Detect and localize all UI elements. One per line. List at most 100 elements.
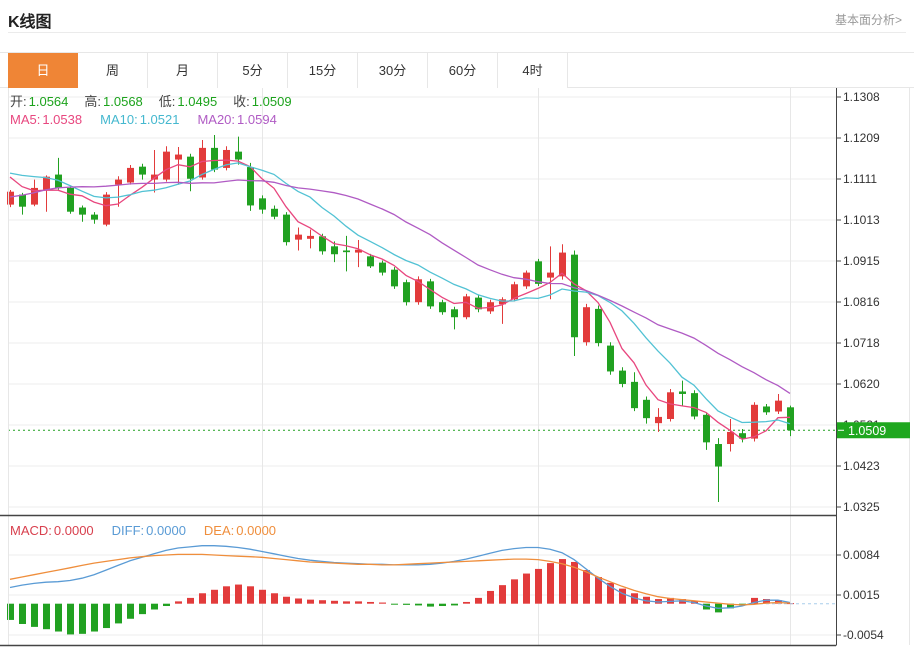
- ma-1-label: MA10:: [100, 112, 138, 127]
- macd-2-value: 0.0000: [236, 523, 277, 538]
- macd-tick-label: 0.0084: [843, 548, 880, 562]
- ma-0-label: MA5:: [10, 112, 41, 127]
- candle-down: [643, 399, 650, 419]
- candle-up: [163, 151, 170, 180]
- candle-down: [379, 262, 386, 273]
- ohlc-1-label: 高:: [84, 94, 102, 109]
- macd-tick-label: -0.0054: [843, 628, 884, 642]
- ma20-line: [9, 179, 791, 394]
- macd-hist-bar: [103, 603, 110, 629]
- macd-1-value: 0.0000: [146, 523, 186, 538]
- candle-down: [235, 151, 242, 160]
- candle-down: [679, 391, 686, 394]
- macd-hist-bar: [331, 600, 338, 604]
- main-tick-label: 1.1308: [843, 90, 880, 104]
- macd-hist-bar: [187, 597, 194, 604]
- macd-hist-bar: [475, 597, 482, 604]
- macd-hist-bar: [619, 588, 626, 604]
- main-tick-label: 1.0423: [843, 459, 880, 473]
- macd-hist-bar: [127, 603, 134, 619]
- candle-down: [391, 269, 398, 287]
- main-tick-label: 1.1013: [843, 213, 880, 227]
- ma-0-value: 1.0538: [42, 112, 83, 127]
- main-tick-label: 1.0915: [843, 254, 880, 268]
- macd-hist-bar: [211, 589, 218, 604]
- candle-down: [331, 246, 338, 255]
- macd-hist-bar: [223, 586, 230, 604]
- macd-legend: MACD: 0.0000 DIFF: 0.0000 DEA: 0.0000: [10, 523, 294, 538]
- macd-hist-bar: [391, 603, 398, 605]
- macd-hist-bar: [463, 601, 470, 604]
- candle-up: [727, 431, 734, 445]
- main-tick-label: 1.0816: [843, 295, 880, 309]
- macd-hist-bar: [523, 573, 530, 604]
- macd-hist-bar: [151, 603, 158, 610]
- macd-hist-bar: [175, 601, 182, 604]
- candle-up: [547, 272, 554, 278]
- candle-down: [571, 254, 578, 338]
- candle-up: [463, 296, 470, 318]
- macd-hist-bar: [367, 601, 374, 604]
- main-tick-label: 1.1209: [843, 131, 880, 145]
- macd-0-value: 0.0000: [53, 523, 94, 538]
- macd-hist-bar: [511, 579, 518, 604]
- candle-down: [607, 345, 614, 372]
- candle-down: [787, 407, 794, 431]
- candle-down: [427, 281, 434, 307]
- macd-hist-bar: [79, 603, 86, 634]
- ma10-line: [9, 162, 791, 425]
- candle-up: [115, 179, 122, 185]
- macd-hist-bar: [439, 603, 446, 607]
- candle-down: [367, 256, 374, 267]
- macd-hist-bar: [379, 602, 386, 604]
- macd-hist-bar: [307, 599, 314, 604]
- macd-hist-bar: [595, 577, 602, 604]
- candle-down: [619, 370, 626, 384]
- candle-down: [343, 250, 350, 253]
- candle-up: [295, 234, 302, 240]
- candle-up: [775, 400, 782, 412]
- macd-hist-bar: [259, 589, 266, 604]
- ohlc-3-value: 1.0509: [251, 94, 292, 109]
- macd-hist-bar: [415, 603, 422, 606]
- candle-up: [307, 235, 314, 239]
- ma-1-value: 1.0521: [139, 112, 180, 127]
- macd-hist-bar: [163, 603, 170, 607]
- candle-down: [715, 444, 722, 467]
- macd-hist-bar: [31, 603, 38, 627]
- last-price-badge-label: 1.0509: [848, 424, 886, 438]
- kline-widget: K线图 基本面分析> 日周月 5分 15分 30分 60分 4时 1.1308 1.1209…: [0, 0, 914, 648]
- macd-hist-bar: [199, 593, 206, 604]
- candle-down: [139, 166, 146, 175]
- candle-down: [703, 414, 710, 443]
- macd-hist-bar: [235, 584, 242, 604]
- macd-hist-bar: [319, 600, 326, 604]
- macd-hist-bar: [355, 601, 362, 604]
- macd-hist-bar: [343, 601, 350, 604]
- candle-down: [79, 207, 86, 215]
- candle-down: [403, 282, 410, 303]
- main-tick-label: 1.1111: [843, 172, 877, 186]
- candle-down: [691, 393, 698, 417]
- candle-down: [763, 406, 770, 413]
- macd-hist-bar: [559, 559, 566, 604]
- candle-down: [211, 147, 218, 170]
- macd-hist-bar: [403, 603, 410, 605]
- ohlc-0-label: 开:: [10, 94, 27, 109]
- candle-down: [259, 198, 266, 210]
- ohlc-legend: 开: 1.0564 高: 1.0568 低: 1.0495 收: 1.0509: [10, 91, 308, 110]
- ohlc-0-value: 1.0564: [28, 94, 69, 109]
- ohlc-2-value: 1.0495: [177, 94, 218, 109]
- macd-hist-bar: [91, 603, 98, 632]
- candle-up: [583, 307, 590, 343]
- candle-up: [175, 154, 182, 160]
- candle-down: [271, 208, 278, 217]
- macd-hist-bar: [271, 593, 278, 604]
- candle-down: [631, 381, 638, 409]
- candle-up: [127, 167, 134, 183]
- ohlc-1-value: 1.0568: [103, 94, 143, 109]
- candle-down: [19, 194, 26, 207]
- macd-hist-bar: [139, 603, 146, 615]
- macd-hist-bar: [67, 603, 74, 635]
- macd-hist-bar: [547, 563, 554, 604]
